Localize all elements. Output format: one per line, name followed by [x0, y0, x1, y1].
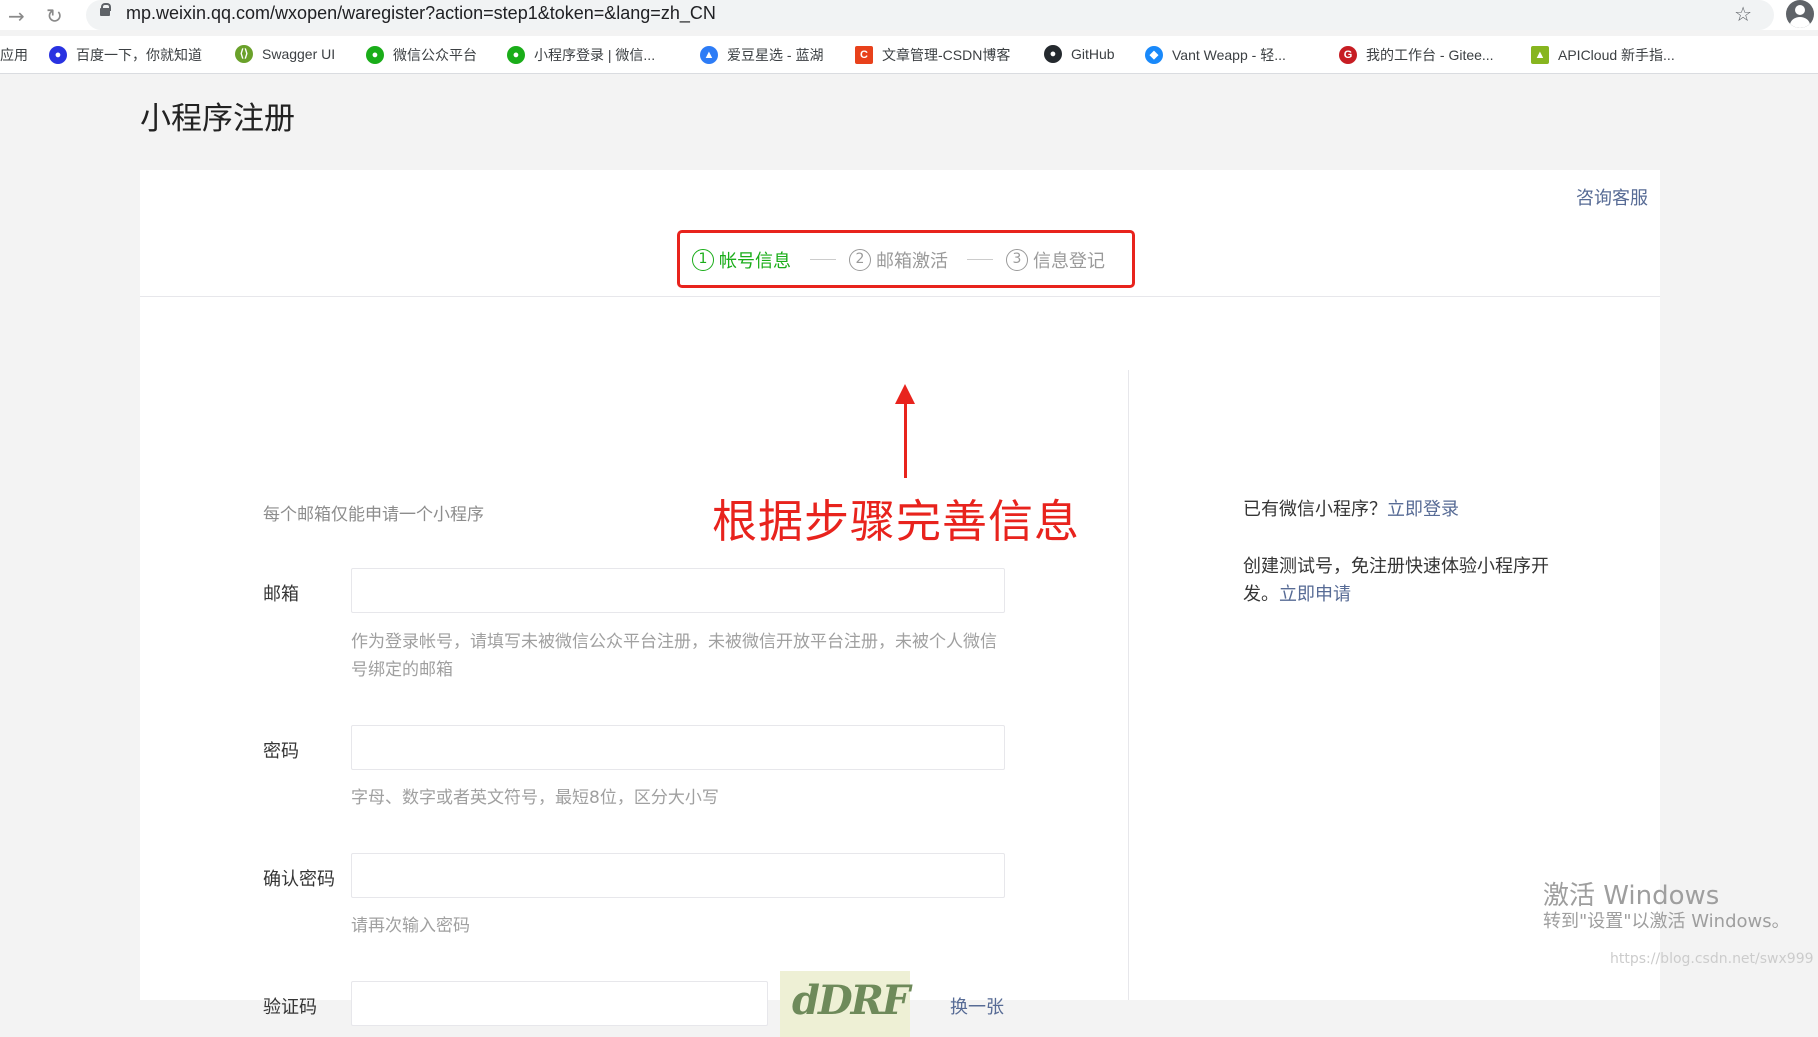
bookmark-label: 我的工作台 - Gitee... [1366, 47, 1494, 63]
step-label: 信息登记 [1033, 251, 1105, 272]
bookmark-label: 爱豆星选 - 蓝湖 [727, 47, 824, 63]
card-divider [140, 296, 1660, 297]
csdn-icon: C [855, 46, 873, 64]
bookmark-label: Vant Weapp - 轻... [1172, 47, 1286, 63]
steps-highlight-box: 1 帐号信息 2 邮箱激活 3 信息登记 [677, 230, 1135, 288]
column-divider [1128, 370, 1129, 1000]
url-text: mp.weixin.qq.com/wxopen/waregister?actio… [126, 3, 716, 23]
bookmark-label: 微信公众平台 [393, 47, 477, 63]
bookmark-label: 文章管理-CSDN博客 [882, 47, 1011, 63]
captcha-refresh-link[interactable]: 换一张 [950, 993, 1004, 1019]
step-number: 2 [849, 249, 871, 271]
captcha-label: 验证码 [263, 997, 317, 1018]
captcha-image[interactable]: dDRF [780, 971, 910, 1037]
bookmark-label: 百度一下，你就知道 [76, 47, 202, 63]
page-body: 小程序注册 咨询客服 1 帐号信息 2 邮箱激活 3 信息登记 根据步骤完善信息… [0, 75, 1818, 1037]
vant-icon: ◆ [1145, 46, 1163, 64]
confirm-password-hint: 请再次输入密码 [351, 916, 470, 936]
bookmark-gitee[interactable]: G 我的工作台 - Gitee... [1339, 45, 1494, 65]
swagger-icon: ⟨⟩ [235, 45, 253, 63]
bookmark-wechat-mp[interactable]: ● 微信公众平台 [366, 45, 477, 65]
consult-service-link[interactable]: 咨询客服 [1576, 184, 1648, 210]
step-separator [810, 259, 836, 260]
windows-activation-subtext: 转到"设置"以激活 Windows。 [1543, 911, 1790, 932]
step-separator [967, 259, 993, 260]
bookmark-lanhu[interactable]: ▲ 爱豆星选 - 蓝湖 [700, 45, 823, 65]
gitee-icon: G [1339, 46, 1357, 64]
bookmark-vant[interactable]: ◆ Vant Weapp - 轻... [1145, 45, 1286, 65]
bookmark-github[interactable]: ● GitHub [1044, 45, 1115, 63]
register-card: 咨询客服 1 帐号信息 2 邮箱激活 3 信息登记 根据步骤完善信息 每个邮箱仅… [140, 170, 1660, 1037]
existing-account-prefix: 已有微信小程序？ [1243, 499, 1387, 520]
step-number: 1 [692, 249, 714, 271]
confirm-password-label: 确认密码 [263, 869, 335, 890]
test-account-text: 创建测试号，免注册快速体验小程序开发。立即申请 [1243, 553, 1553, 609]
apply-link[interactable]: 立即申请 [1279, 584, 1351, 605]
bookmark-swagger[interactable]: ⟨⟩ Swagger UI [235, 45, 335, 63]
password-label: 密码 [263, 741, 299, 762]
confirm-password-field[interactable] [351, 853, 1005, 898]
bookmarks-bar: 应用 ● 百度一下，你就知道 ⟨⟩ Swagger UI ● 微信公众平台 ● … [0, 36, 1818, 74]
email-field[interactable] [351, 568, 1005, 613]
bookmark-label: APICloud 新手指... [1558, 47, 1675, 63]
lanhu-icon: ▲ [700, 46, 718, 64]
address-bar[interactable]: mp.weixin.qq.com/wxopen/waregister?actio… [86, 0, 1774, 30]
baidu-icon: ● [49, 46, 67, 64]
bookmark-label: 小程序登录 | 微信... [534, 47, 656, 63]
bookmark-baidu[interactable]: ● 百度一下，你就知道 [49, 45, 202, 65]
step-email-activate: 2 邮箱激活 [849, 247, 948, 273]
form-tip: 每个邮箱仅能申请一个小程序 [263, 505, 484, 525]
github-icon: ● [1044, 45, 1062, 63]
browser-toolbar: → ↻ mp.weixin.qq.com/wxopen/waregister?a… [0, 0, 1818, 30]
step-label: 邮箱激活 [876, 251, 948, 272]
step-info-register: 3 信息登记 [1006, 247, 1105, 273]
bookmark-label: 应用 [0, 47, 28, 63]
annotation-arrow-line [904, 400, 907, 478]
bookmark-miniprogram-login[interactable]: ● 小程序登录 | 微信... [507, 45, 655, 65]
bookmark-apps[interactable]: 应用 [0, 45, 28, 65]
csdn-watermark: https://blog.csdn.net/swx999 [1610, 951, 1814, 967]
bookmark-label: Swagger UI [262, 46, 336, 62]
step-label: 帐号信息 [719, 251, 791, 272]
step-number: 3 [1006, 249, 1028, 271]
reload-icon[interactable]: ↻ [46, 4, 63, 28]
wechat-icon: ● [507, 46, 525, 64]
apicloud-icon: ▲ [1531, 46, 1549, 64]
login-link[interactable]: 立即登录 [1387, 499, 1459, 520]
password-field[interactable] [351, 725, 1005, 770]
captcha-field[interactable] [351, 981, 768, 1026]
password-hint: 字母、数字或者英文符号，最短8位，区分大小写 [351, 788, 719, 808]
email-hint: 作为登录帐号，请填写未被微信公众平台注册，未被微信开放平台注册，未被个人微信号绑… [351, 632, 997, 680]
lock-icon [100, 3, 111, 20]
bookmark-apicloud[interactable]: ▲ APICloud 新手指... [1531, 45, 1675, 65]
page-title: 小程序注册 [140, 101, 295, 137]
bookmark-star-icon[interactable]: ☆ [1734, 2, 1752, 26]
existing-account-text: 已有微信小程序？立即登录 [1243, 496, 1553, 524]
forward-icon[interactable]: → [8, 4, 25, 28]
email-label: 邮箱 [263, 584, 299, 605]
wechat-icon: ● [366, 46, 384, 64]
annotation-text: 根据步骤完善信息 [712, 495, 1081, 548]
bookmark-label: GitHub [1071, 46, 1115, 62]
profile-avatar-icon[interactable] [1786, 0, 1814, 28]
bookmark-csdn[interactable]: C 文章管理-CSDN博客 [855, 45, 1010, 65]
step-account-info: 1 帐号信息 [692, 247, 791, 273]
